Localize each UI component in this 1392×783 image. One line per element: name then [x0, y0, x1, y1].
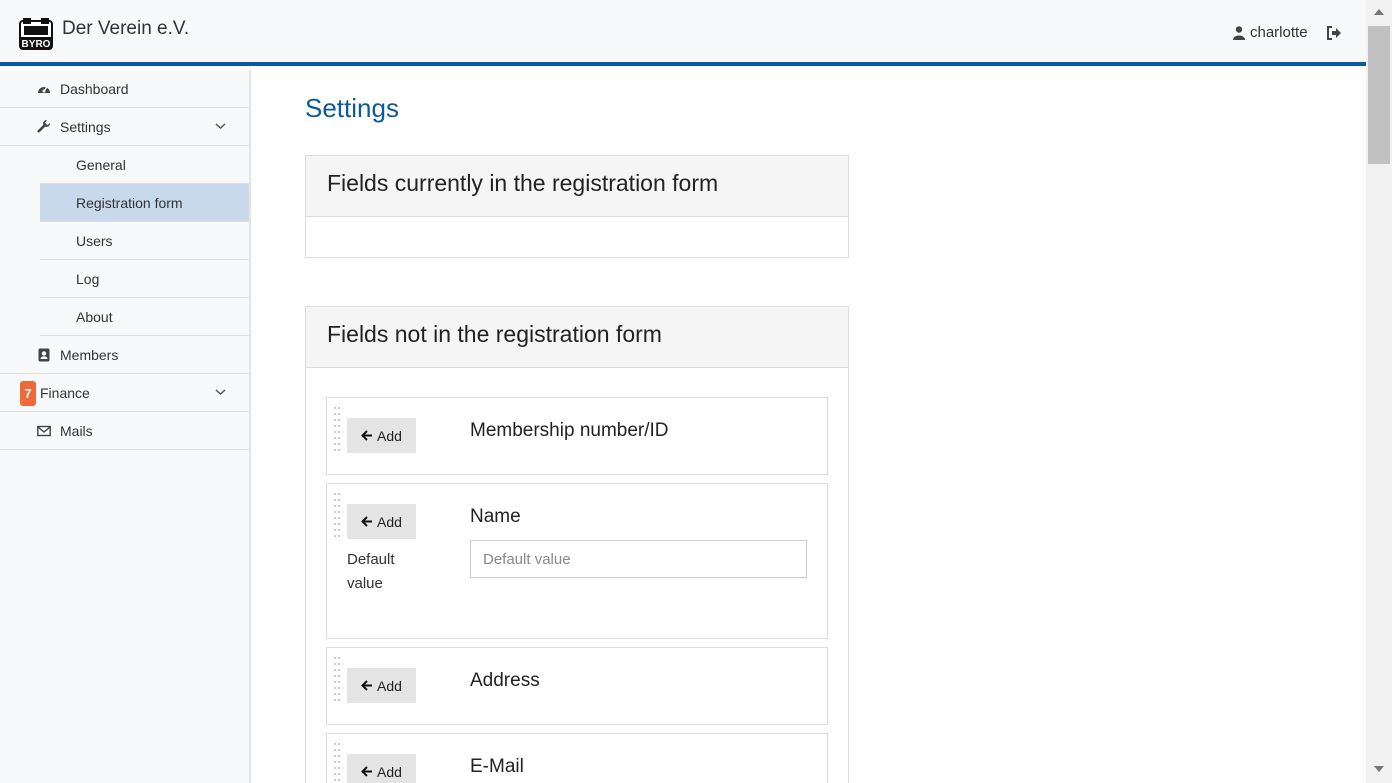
logo-text: BYRO	[22, 39, 51, 50]
arrow-left-icon	[361, 516, 373, 527]
sidebar-subitem-general[interactable]: General	[40, 146, 249, 184]
default-value-label: Default value	[347, 551, 395, 592]
sidebar-item-label: Registration form	[76, 195, 183, 211]
sidebar-item-label: Mails	[60, 423, 93, 439]
add-field-button[interactable]: Add	[347, 418, 416, 453]
envelope-icon	[37, 425, 51, 437]
add-button-label: Add	[377, 427, 402, 444]
sidebar: Dashboard Settings General Registration …	[0, 70, 251, 783]
page-title: Settings	[305, 93, 399, 123]
sidebar-item-mails[interactable]: Mails	[0, 412, 249, 450]
drag-handle-icon[interactable]	[333, 406, 341, 452]
add-field-button[interactable]: Add	[347, 668, 416, 703]
field-row-address[interactable]: Add Address	[326, 647, 828, 725]
user-menu[interactable]: charlotte	[1233, 24, 1308, 41]
organization-name[interactable]: Der Verein e.V.	[62, 18, 189, 40]
field-row-name[interactable]: Add Name Default value	[326, 483, 828, 639]
add-button-label: Add	[377, 677, 402, 694]
drag-handle-icon[interactable]	[333, 742, 341, 783]
default-value-input[interactable]	[470, 540, 807, 578]
sidebar-subitem-log[interactable]: Log	[40, 260, 249, 298]
current-fields-card: Fields currently in the registration for…	[305, 155, 849, 258]
drag-handle-icon[interactable]	[333, 492, 341, 538]
field-name: E-Mail	[470, 756, 524, 777]
field-row-membership-number[interactable]: Add Membership number/ID	[326, 397, 828, 475]
drag-handle-icon[interactable]	[333, 656, 341, 702]
field-name: Membership number/ID	[470, 420, 669, 441]
field-name: Address	[470, 670, 540, 691]
sidebar-item-dashboard[interactable]: Dashboard	[0, 70, 249, 108]
chevron-down-icon	[215, 389, 226, 396]
add-button-label: Add	[377, 763, 402, 780]
scroll-down-icon[interactable]	[1374, 766, 1384, 772]
available-fields-card: Fields not in the registration form Add …	[305, 306, 849, 783]
finance-badge: 7	[20, 381, 36, 406]
arrow-left-icon	[361, 430, 373, 441]
sidebar-subitem-registration-form[interactable]: Registration form	[40, 184, 249, 222]
user-icon	[1233, 25, 1245, 40]
sidebar-item-settings[interactable]: Settings	[0, 108, 249, 146]
sidebar-item-label: Dashboard	[60, 81, 129, 97]
logout-icon[interactable]	[1326, 26, 1342, 40]
sidebar-item-label: Settings	[60, 119, 111, 135]
add-button-label: Add	[377, 513, 402, 530]
wrench-icon	[37, 120, 51, 133]
arrow-left-icon	[361, 680, 373, 691]
current-fields-heading: Fields currently in the registration for…	[306, 156, 848, 217]
field-name: Name	[470, 506, 521, 527]
sidebar-item-members[interactable]: Members	[0, 336, 249, 374]
sidebar-item-label: Finance	[40, 385, 90, 401]
sidebar-item-label: Members	[60, 347, 119, 363]
add-field-button[interactable]: Add	[347, 754, 416, 783]
address-book-icon	[38, 348, 50, 362]
username: charlotte	[1250, 24, 1308, 41]
arrow-left-icon	[361, 766, 373, 777]
chevron-down-icon	[215, 123, 226, 130]
sidebar-item-label: Log	[76, 271, 100, 287]
page-scrollbar[interactable]	[1366, 0, 1392, 783]
sidebar-item-label: Users	[76, 233, 113, 249]
sidebar-item-finance[interactable]: 7 Finance	[0, 374, 249, 412]
scroll-up-icon[interactable]	[1374, 9, 1384, 15]
sidebar-item-label: About	[76, 309, 113, 325]
available-fields-heading: Fields not in the registration form	[306, 307, 848, 368]
sidebar-item-label: General	[76, 157, 126, 173]
field-row-email[interactable]: Add E-Mail	[326, 733, 828, 783]
add-field-button[interactable]: Add	[347, 504, 416, 539]
scroll-thumb[interactable]	[1368, 26, 1390, 164]
top-navbar: BYRO Der Verein e.V. charlotte	[0, 0, 1366, 66]
byro-logo-icon[interactable]: BYRO	[17, 15, 55, 51]
sidebar-subitem-users[interactable]: Users	[40, 222, 249, 260]
dashboard-icon	[38, 86, 50, 93]
sidebar-subitem-about[interactable]: About	[40, 298, 249, 336]
